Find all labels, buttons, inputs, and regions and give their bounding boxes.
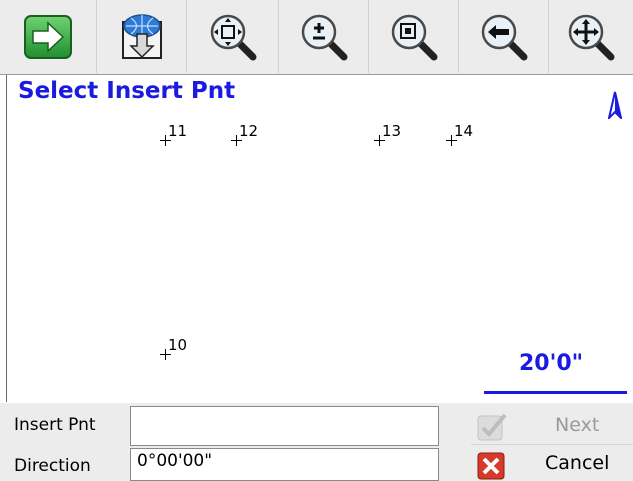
map-title: Select Insert Pnt (18, 78, 236, 104)
cancel-button[interactable]: Cancel (471, 444, 633, 481)
next-button[interactable]: Next (471, 406, 633, 443)
checkmark-icon (477, 413, 507, 441)
zoom-window-icon (391, 14, 437, 60)
globe-download-icon (121, 13, 162, 59)
zoom-in-out-icon (301, 14, 347, 60)
green-arrow-right-icon (24, 14, 72, 59)
pan-icon (568, 14, 615, 60)
red-x-icon (477, 452, 505, 480)
point-number: 13 (382, 122, 402, 140)
zoom-previous-icon (481, 14, 527, 60)
accept-button[interactable] (0, 0, 97, 73)
point-number: 12 (239, 122, 259, 140)
toolbar (0, 0, 633, 75)
point-number: 10 (168, 336, 188, 354)
insert-pnt-label: Insert Pnt (14, 415, 96, 435)
north-arrow-icon (608, 91, 622, 119)
direction-field[interactable]: 0°00'00" (130, 448, 439, 481)
zoom-extents-button[interactable] (187, 0, 279, 73)
point-number: 14 (454, 122, 474, 140)
insert-pnt-field[interactable] (130, 406, 439, 446)
scale-label: 20'0" (519, 351, 584, 376)
pan-button[interactable] (549, 0, 633, 73)
cancel-label: Cancel (545, 452, 610, 474)
import-button[interactable] (97, 0, 187, 73)
point-number: 11 (168, 122, 188, 140)
zoom-extents-icon (210, 14, 256, 60)
next-label: Next (555, 413, 600, 436)
zoom-previous-button[interactable] (459, 0, 549, 73)
direction-label: Direction (14, 456, 91, 476)
zoom-in-out-button[interactable] (279, 0, 369, 73)
zoom-window-button[interactable] (369, 0, 459, 73)
insert-form: Insert Pnt Direction 0°00'00" Next Cance… (0, 403, 633, 481)
scale-bar (484, 391, 627, 394)
